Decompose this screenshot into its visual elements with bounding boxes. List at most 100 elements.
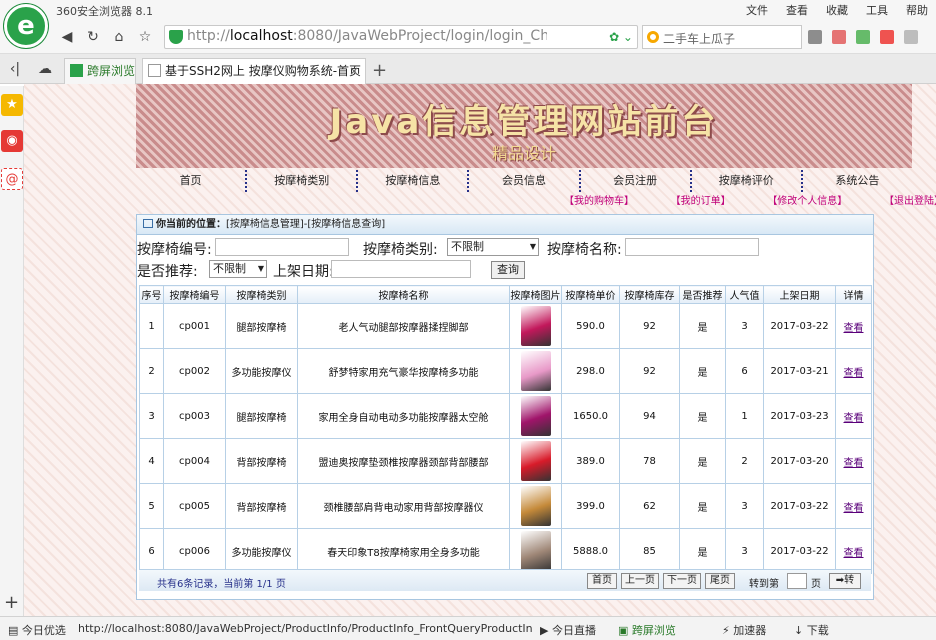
cell-detail: 查看: [835, 393, 872, 439]
back-arrow-icon[interactable]: ◀: [58, 28, 76, 46]
nav-chair-info[interactable]: 按摩椅信息: [358, 170, 470, 192]
tab-cross-screen[interactable]: 跨屏浏览: [64, 58, 136, 84]
col-date: 上架日期: [763, 285, 836, 304]
menu-tools[interactable]: 工具: [866, 2, 888, 18]
prev-page-button[interactable]: 上一页: [621, 573, 659, 589]
last-page-button[interactable]: 尾页: [705, 573, 735, 589]
menu-file[interactable]: 文件: [746, 2, 768, 18]
nav-home[interactable]: 首页: [136, 170, 248, 192]
today-picks-link[interactable]: ▤ 今日优选: [8, 622, 66, 638]
cloud-icon[interactable]: ☁: [36, 60, 54, 78]
browser-toolbar: ◀ ↻ ⌂ ☆ http://localhost:8080/JavaWebPro…: [0, 20, 936, 54]
address-url[interactable]: http://localhost:8080/JavaWebProject/log…: [187, 28, 547, 44]
home-icon[interactable]: ⌂: [110, 28, 128, 46]
cell-type: 背部按摩椅: [225, 438, 298, 484]
cell-id: cp004: [163, 438, 226, 484]
detail-link[interactable]: 查看: [844, 413, 864, 424]
detail-link[interactable]: 查看: [844, 368, 864, 379]
detail-link[interactable]: 查看: [844, 323, 864, 334]
tab-list-icon[interactable]: ‹|: [6, 60, 24, 78]
table-row: 5 cp005 背部按摩椅 颈椎腰部肩背电动家用背部按摩器仪 399.0 62 …: [139, 483, 872, 529]
live-link[interactable]: ▶ 今日直播: [540, 622, 596, 638]
weibo-icon[interactable]: ◉: [1, 130, 23, 152]
goto-page-input[interactable]: [787, 573, 807, 589]
shield-ext-icon[interactable]: [856, 30, 870, 44]
cross-screen-link[interactable]: ▣ 跨屏浏览: [618, 622, 676, 638]
col-name: 按摩椅名称: [297, 285, 510, 304]
menu-more-icon[interactable]: [904, 30, 918, 44]
col-no: 序号: [139, 285, 164, 304]
product-thumbnail[interactable]: [520, 306, 551, 346]
favorites-star-icon[interactable]: ★: [1, 94, 23, 116]
edit-profile-link[interactable]: 【修改个人信息】: [767, 192, 847, 207]
next-page-button[interactable]: 下一页: [663, 573, 701, 589]
product-thumbnail[interactable]: [520, 396, 551, 436]
date-input[interactable]: [331, 260, 471, 278]
cell-stock: 85: [619, 528, 680, 574]
user-links: 【我的购物车】 【我的订单】 【修改个人信息】 【退出登陆】: [564, 192, 936, 207]
cell-detail: 查看: [835, 528, 872, 574]
chevron-down-icon: ▼: [257, 264, 264, 273]
cart-link[interactable]: 【我的购物车】: [564, 192, 634, 207]
address-go-icon[interactable]: ✿ ⌄: [609, 30, 633, 44]
nav-member-register[interactable]: 会员注册: [581, 170, 692, 192]
new-tab-icon[interactable]: +: [372, 60, 387, 81]
cell-recommend: 是: [679, 303, 726, 349]
chair-id-label: 按摩椅编号:: [137, 242, 212, 258]
first-page-button[interactable]: 首页: [587, 573, 617, 589]
tab-current-page[interactable]: 基于SSH2网上 按摩仪购物系统-首页 ×: [142, 58, 366, 84]
cell-detail: 查看: [835, 483, 872, 529]
chair-type-select[interactable]: 不限制 ▼: [447, 238, 539, 256]
cell-id: cp003: [163, 393, 226, 439]
menu-view[interactable]: 查看: [786, 2, 808, 18]
recommend-select[interactable]: 不限制 ▼: [209, 260, 267, 278]
tab-bar: ‹| ☁ 跨屏浏览 基于SSH2网上 按摩仪购物系统-首页 × +: [0, 54, 936, 84]
cell-date: 2017-03-22: [763, 528, 836, 574]
tab-close-icon[interactable]: ×: [349, 59, 359, 83]
mail-icon[interactable]: @: [1, 168, 23, 190]
nav-member-info[interactable]: 会员信息: [469, 170, 581, 192]
address-bar[interactable]: http://localhost:8080/JavaWebProject/log…: [164, 25, 638, 49]
refresh-icon[interactable]: ↻: [84, 28, 102, 46]
menu-favorites[interactable]: 收藏: [826, 2, 848, 18]
accelerator-link[interactable]: ⚡ 加速器: [722, 622, 766, 638]
cell-date: 2017-03-22: [763, 303, 836, 349]
cell-image: [509, 303, 562, 349]
product-thumbnail[interactable]: [520, 486, 551, 526]
browser-title-bar: 360安全浏览器 8.1 文件 查看 收藏 工具 帮助: [0, 0, 936, 20]
product-thumbnail[interactable]: [520, 531, 551, 571]
sidebar-add-icon[interactable]: +: [4, 592, 19, 613]
orders-link[interactable]: 【我的订单】: [671, 192, 731, 207]
nav-chair-category[interactable]: 按摩椅类别: [247, 170, 359, 192]
logout-link[interactable]: 【退出登陆】: [884, 192, 936, 207]
goto-button[interactable]: ➡转: [829, 573, 861, 589]
col-stock: 按摩椅库存: [619, 285, 680, 304]
site-nav: 首页 按摩椅类别 按摩椅信息 会员信息 会员注册 按摩椅评价 系统公告: [136, 170, 912, 192]
table-row: 1 cp001 腿部按摩椅 老人气动腿部按摩器揉捏脚部 590.0 92 是 3…: [139, 303, 872, 349]
reading-icon[interactable]: [832, 30, 846, 44]
detail-link[interactable]: 查看: [844, 503, 864, 514]
chair-name-input[interactable]: [625, 238, 759, 256]
cell-date: 2017-03-22: [763, 483, 836, 529]
table-row: 6 cp006 多功能按摩仪 春天印象T8按摩椅家用全身多功能 5888.0 8…: [139, 528, 872, 574]
detail-link[interactable]: 查看: [844, 548, 864, 559]
chair-id-input[interactable]: [215, 238, 349, 256]
search-suggestion[interactable]: 二手车上瓜子: [663, 30, 735, 47]
translate-icon[interactable]: [880, 30, 894, 44]
product-thumbnail[interactable]: [520, 351, 551, 391]
product-thumbnail[interactable]: [520, 441, 551, 481]
detail-link[interactable]: 查看: [844, 458, 864, 469]
search-box[interactable]: 二手车上瓜子: [642, 25, 802, 49]
download-link[interactable]: ↓ 下载: [794, 622, 829, 638]
nav-announcement[interactable]: 系统公告: [803, 170, 912, 192]
query-button[interactable]: 查询: [491, 261, 525, 279]
security-shield-icon: [169, 30, 183, 44]
nav-chair-review[interactable]: 按摩椅评价: [692, 170, 803, 192]
cell-id: cp001: [163, 303, 226, 349]
star-icon[interactable]: ☆: [136, 28, 154, 46]
cell-no: 6: [139, 528, 164, 574]
menu-help[interactable]: 帮助: [906, 2, 928, 18]
grid-icon[interactable]: [808, 30, 822, 44]
date-label: 上架日期:: [273, 264, 334, 280]
cell-type: 多功能按摩仪: [225, 348, 298, 394]
